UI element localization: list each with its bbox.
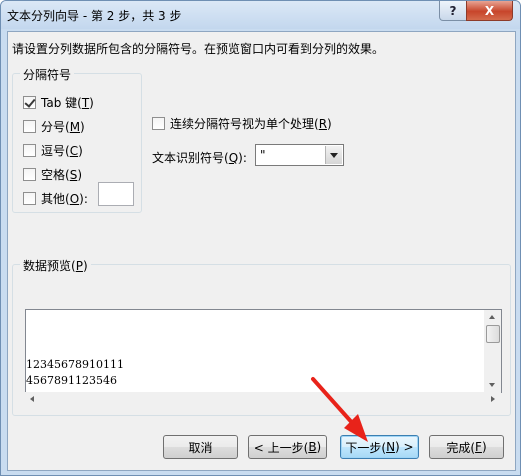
annotation-arrow [311, 377, 368, 442]
annotation-arrow-shaft [311, 377, 357, 428]
